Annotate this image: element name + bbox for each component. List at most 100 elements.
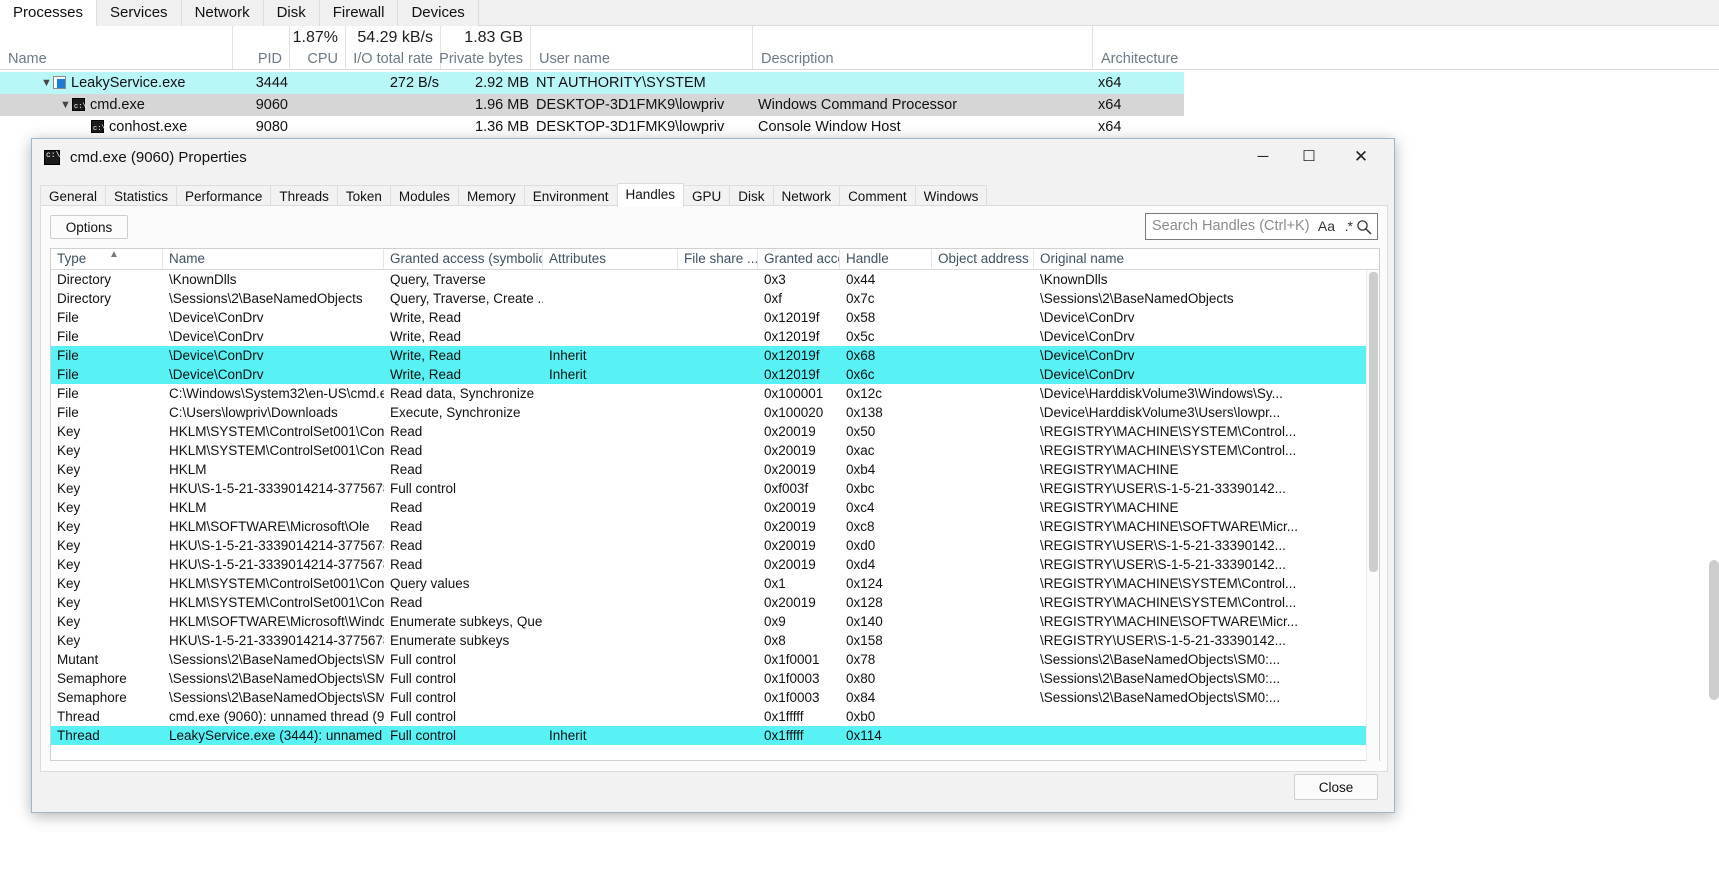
tab-network[interactable]: Network — [181, 0, 264, 26]
maximize-button[interactable]: ☐ — [1286, 139, 1332, 175]
handle-granted-symbolic-cell: Read data, Synchronize — [390, 386, 535, 401]
handles-table-row[interactable]: Key HKU\S-1-5-21-3339014214-377567898... F… — [51, 479, 1379, 498]
handles-column-type[interactable]: Type ▲ — [51, 249, 163, 270]
handle-handle-cell: 0x5c — [846, 329, 875, 344]
handles-table-row[interactable]: Directory \Sessions\2\BaseNamedObjects Que… — [51, 289, 1379, 308]
process-row-leakyservice[interactable]: ▼ LeakyService.exe 3444 272 B/s 2.92 MB N… — [0, 72, 1184, 94]
handle-original-name-cell: \REGISTRY\USER\S-1-5-21-33390142... — [1040, 557, 1286, 572]
column-header-io-total-rate[interactable]: 54.29 kB/s I/O total rate — [346, 26, 441, 70]
tab-firewall[interactable]: Firewall — [319, 0, 399, 26]
tab-devices[interactable]: Devices — [398, 0, 479, 26]
dialog-titlebar[interactable]: cmd.exe (9060) Properties ─ ☐ ✕ — [32, 139, 1394, 179]
tab-processes[interactable]: Processes — [0, 0, 98, 26]
handles-table-row[interactable]: File \Device\ConDrv Write, Read Inherit 0x12… — [51, 365, 1379, 384]
handles-table-row[interactable]: Key HKU\S-1-5-21-3339014214-377567898... R… — [51, 536, 1379, 555]
handle-granted-access-cell: 0x1fffff — [764, 709, 804, 724]
handle-name-cell: LeakyService.exe (3444): unnamed thr... — [169, 728, 384, 743]
handle-type-cell: Key — [57, 443, 81, 458]
handles-table-row[interactable]: Directory \KnownDlls Query, Traverse 0x3 0x4… — [51, 270, 1379, 289]
handles-column-granted-access[interactable]: Granted access — [758, 249, 840, 270]
handles-table-row[interactable]: File \Device\ConDrv Write, Read Inherit 0x12… — [51, 346, 1379, 365]
handles-table-row[interactable]: File \Device\ConDrv Write, Read 0x12019f 0x5… — [51, 308, 1379, 327]
tab-threads[interactable]: Threads — [270, 185, 338, 207]
tab-memory[interactable]: Memory — [457, 185, 525, 207]
tab-network[interactable]: Network — [772, 185, 841, 207]
app-window-icon — [53, 76, 66, 89]
tab-environment[interactable]: Environment — [523, 185, 618, 207]
handles-table-row[interactable]: Thread cmd.exe (9060): unnamed thread (90… — [51, 707, 1379, 726]
tab-statistics[interactable]: Statistics — [105, 185, 178, 207]
handles-table-row[interactable]: Key HKLM\SOFTWARE\Microsoft\Windows ... En… — [51, 612, 1379, 631]
handle-granted-access-cell: 0x1fffff — [764, 728, 804, 743]
handles-table-row[interactable]: Key HKLM Read 0x20019 0xc4 \REGISTRY\MACHINE — [51, 498, 1379, 517]
handles-table-row[interactable]: File C:\Windows\System32\en-US\cmd.ex... R… — [51, 384, 1379, 403]
handles-column-name[interactable]: Name — [163, 249, 384, 270]
column-header-architecture-label: Architecture — [1101, 51, 1179, 67]
scrollbar-thumb[interactable] — [1369, 272, 1378, 572]
tab-comment[interactable]: Comment — [839, 185, 916, 207]
handle-handle-cell: 0x68 — [846, 348, 876, 363]
column-header-private-bytes[interactable]: 1.83 GB Private bytes — [439, 26, 531, 70]
column-header-name[interactable]: Name — [0, 26, 233, 70]
handle-handle-cell: 0xc8 — [846, 519, 875, 534]
tab-disk[interactable]: Disk — [729, 185, 774, 207]
search-icon[interactable] — [1356, 219, 1372, 235]
options-button[interactable]: Options — [50, 215, 128, 239]
handles-table-row[interactable]: Semaphore \Sessions\2\BaseNamedObjects\SM… — [51, 688, 1379, 707]
handles-column-handle[interactable]: Handle — [840, 249, 932, 270]
handle-name-cell: HKLM\SYSTEM\ControlSet001\Control\... — [169, 424, 384, 439]
handles-column-attributes[interactable]: Attributes — [543, 249, 678, 270]
handle-granted-access-cell: 0x20019 — [764, 538, 816, 553]
process-row-conhost[interactable]: conhost.exe 9080 1.36 MB DESKTOP-3D1FMK9… — [0, 116, 1184, 138]
tab-token[interactable]: Token — [336, 185, 391, 207]
tab-performance[interactable]: Performance — [176, 185, 272, 207]
handle-name-cell: HKLM — [169, 462, 207, 477]
process-architecture-cell: x64 — [1098, 75, 1122, 91]
process-row-cmd[interactable]: ▼ cmd.exe 9060 1.96 MB DESKTOP-3D1FMK9\lo… — [0, 94, 1184, 116]
handles-column-granted-access-symbolic[interactable]: Granted access (symbolic) — [384, 249, 543, 270]
handles-column-original-name[interactable]: Original name — [1034, 249, 1368, 270]
match-case-icon[interactable]: Aa — [1318, 218, 1335, 234]
tab-threads-label: Threads — [279, 189, 329, 204]
handles-table-row[interactable]: Key HKU\S-1-5-21-3339014214-377567898... E… — [51, 631, 1379, 650]
regex-icon[interactable]: .* — [1345, 218, 1353, 234]
handles-table-row[interactable]: Key HKLM\SYSTEM\ControlSet001\Control\...… — [51, 593, 1379, 612]
tab-handles[interactable]: Handles — [616, 183, 685, 207]
column-header-pid[interactable]: PID — [233, 26, 290, 70]
search-handles-box[interactable]: Search Handles (Ctrl+K) Aa .* — [1145, 213, 1378, 240]
tab-windows[interactable]: Windows — [914, 185, 988, 207]
expand-chevron-icon[interactable]: ▼ — [60, 94, 72, 116]
handles-table-row[interactable]: Mutant \Sessions\2\BaseNamedObjects\SM0:.… — [51, 650, 1379, 669]
handles-table-row[interactable]: Key HKLM\SYSTEM\ControlSet001\Control\...… — [51, 422, 1379, 441]
tab-disk[interactable]: Disk — [263, 0, 320, 26]
handles-table-row[interactable]: File C:\Users\lowpriv\Downloads Execute, S… — [51, 403, 1379, 422]
handle-attributes-cell — [543, 441, 678, 460]
handles-table-row[interactable]: Key HKLM Read 0x20019 0xb4 \REGISTRY\MACHINE — [51, 460, 1379, 479]
tab-modules[interactable]: Modules — [389, 185, 459, 207]
handles-column-file-share[interactable]: File share ... — [678, 249, 758, 270]
column-header-cpu[interactable]: 1.87% CPU — [290, 26, 346, 70]
handles-table-row[interactable]: Key HKLM\SOFTWARE\Microsoft\Ole Read 0x2001… — [51, 517, 1379, 536]
column-header-architecture[interactable]: Architecture — [1093, 26, 1223, 70]
column-header-user-name[interactable]: User name — [531, 26, 753, 70]
handles-table-row[interactable]: Key HKU\S-1-5-21-3339014214-377567898... R… — [51, 555, 1379, 574]
column-header-description[interactable]: Description — [753, 26, 1093, 70]
handles-table-scrollbar[interactable] — [1366, 270, 1379, 761]
handles-table-row[interactable]: Thread LeakyService.exe (3444): unnamed t… — [51, 726, 1379, 745]
expand-chevron-icon[interactable]: ▼ — [41, 72, 53, 94]
handles-table-row[interactable]: File \Device\ConDrv Write, Read 0x12019f 0x5… — [51, 327, 1379, 346]
minimize-button[interactable]: ─ — [1240, 139, 1286, 175]
handles-column-object-address[interactable]: Object address — [932, 249, 1034, 270]
handles-table-row[interactable]: Key HKLM\SYSTEM\ControlSet001\Control\...… — [51, 441, 1379, 460]
handle-type-cell: Key — [57, 462, 81, 477]
handles-table-row[interactable]: Semaphore \Sessions\2\BaseNamedObjects\SM… — [51, 669, 1379, 688]
tab-gpu[interactable]: GPU — [683, 185, 731, 207]
handles-table-row[interactable]: Key HKLM\SYSTEM\ControlSet001\Control\...… — [51, 574, 1379, 593]
search-input[interactable]: Search Handles (Ctrl+K) — [1152, 218, 1326, 234]
close-button[interactable]: Close — [1294, 774, 1378, 800]
handle-attributes-cell — [543, 289, 678, 308]
tab-services[interactable]: Services — [97, 0, 182, 26]
close-window-button[interactable]: ✕ — [1338, 139, 1384, 175]
main-window-scrollbar[interactable] — [1709, 560, 1719, 700]
tab-general[interactable]: General — [40, 185, 107, 207]
